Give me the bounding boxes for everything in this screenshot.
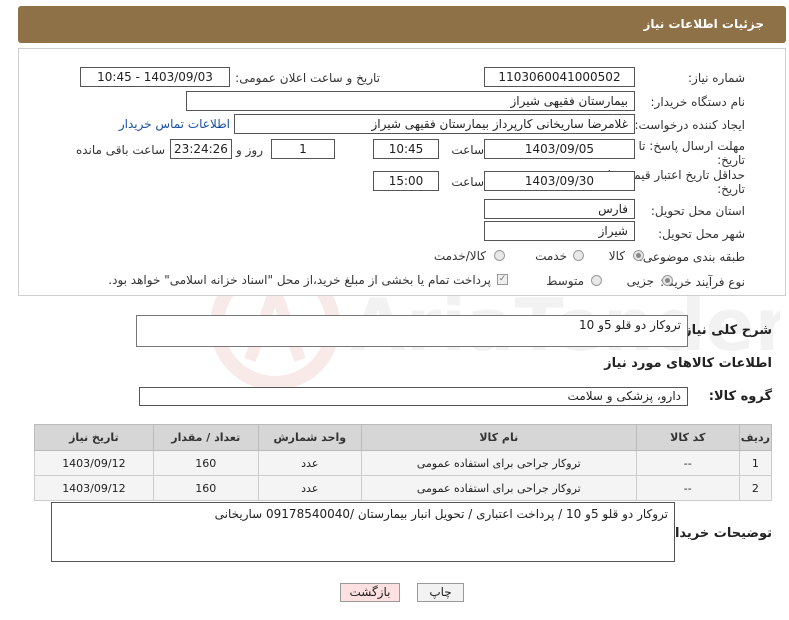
goods-section-title: اطلاعات کالاهای مورد نیاز xyxy=(604,356,772,371)
table-header-row: ردیف کد کالا نام کالا واحد شمارش تعداد /… xyxy=(34,424,773,451)
item-name-cell: تروکار جراحی برای استفاده عمومی xyxy=(360,450,637,476)
province-field: فارس xyxy=(484,199,635,219)
announce-field: 1403/09/03 - 10:45 xyxy=(80,67,230,87)
category-label: طبقه بندی موضوعی: xyxy=(638,250,745,264)
unit-cell: عدد xyxy=(257,475,362,501)
city-field: شیراز xyxy=(484,221,635,241)
goods-group-field: دارو، پزشکی و سلامت xyxy=(139,387,688,406)
requester-field: غلامرضا ساریخانی کارپرداز بیمارستان فقیه… xyxy=(234,114,635,134)
need-date-cell: 1403/09/12 xyxy=(34,450,154,476)
item-code-cell: -- xyxy=(635,450,740,476)
process-option-minor: جزیی xyxy=(626,274,654,288)
city-label: شهر محل تحویل: xyxy=(658,227,745,241)
price-validity-time-field: 15:00 xyxy=(373,171,439,191)
days-field: 1 xyxy=(271,139,335,159)
row-number-cell: 2 xyxy=(738,475,773,501)
price-validity-date-field: 1403/09/30 xyxy=(484,171,635,191)
col-item-name: نام کالا xyxy=(360,424,637,451)
category-option-goods-service: کالا/خدمت xyxy=(433,249,486,263)
need-number-label: شماره نیاز: xyxy=(688,71,745,85)
category-radio-goods[interactable] xyxy=(633,250,644,261)
buyer-contact-link[interactable]: اطلاعات تماس خریدار xyxy=(119,117,230,131)
treasury-note: پرداخت تمام یا بخشی از مبلغ خرید،از محل … xyxy=(108,273,491,287)
col-quantity: تعداد / مقدار xyxy=(152,424,259,451)
reply-date-field: 1403/09/05 xyxy=(484,139,635,159)
goods-table: ردیف کد کالا نام کالا واحد شمارش تعداد /… xyxy=(34,424,773,501)
item-name-cell: تروکار جراحی برای استفاده عمومی xyxy=(360,475,637,501)
page-title: جزئیات اطلاعات نیاز xyxy=(643,17,764,31)
need-number-field: 1103060041000502 xyxy=(484,67,635,87)
col-row-number: ردیف xyxy=(738,424,773,451)
days-label: روز و xyxy=(236,143,263,157)
category-option-service: خدمت xyxy=(535,249,567,263)
buyer-org-field: بیمارستان فقیهی شیراز xyxy=(186,91,635,111)
process-radio-medium[interactable] xyxy=(591,275,602,286)
print-button[interactable]: چاپ xyxy=(417,583,464,602)
reply-time-field: 10:45 xyxy=(373,139,439,159)
col-item-code: کد کالا xyxy=(635,424,740,451)
row-number-cell: 1 xyxy=(738,450,773,476)
process-option-medium: متوسط xyxy=(546,274,584,288)
quantity-cell: 160 xyxy=(152,475,259,501)
col-need-date: تاریخ نیاز xyxy=(34,424,154,451)
unit-cell: عدد xyxy=(257,450,362,476)
goods-group-label: گروه کالا: xyxy=(708,389,772,404)
buyer-org-label: نام دستگاه خریدار: xyxy=(650,95,746,109)
process-label: نوع فرآیند خرید : xyxy=(660,275,745,289)
page-header: جزئیات اطلاعات نیاز xyxy=(18,6,786,43)
category-option-goods: کالا xyxy=(608,249,625,263)
remaining-time-field: 23:24:26 xyxy=(170,139,232,159)
table-row: 2 -- تروکار جراحی برای استفاده عمومی عدد… xyxy=(34,475,773,501)
category-radio-goods-service[interactable] xyxy=(494,250,505,261)
reply-time-label: ساعت xyxy=(451,143,484,157)
announce-label: تاریخ و ساعت اعلان عمومی: xyxy=(235,71,380,85)
reply-deadline-label: مهلت ارسال پاسخ: تا xyxy=(638,139,745,153)
quantity-cell: 160 xyxy=(152,450,259,476)
reply-deadline-label-2: تاریخ: xyxy=(717,153,745,167)
table-row: 1 -- تروکار جراحی برای استفاده عمومی عدد… xyxy=(34,450,773,476)
treasury-checkbox[interactable]: ✓ xyxy=(497,274,508,285)
price-validity-label-2: تاریخ: xyxy=(717,182,745,196)
col-unit: واحد شمارش xyxy=(257,424,362,451)
summary-label: شرح کلی نیاز: xyxy=(678,323,772,338)
back-button[interactable]: بازگشت xyxy=(340,583,400,602)
category-radio-service[interactable] xyxy=(573,250,584,261)
buyer-notes-label: توضیحات خریدار: xyxy=(662,526,772,541)
remaining-time-label: ساعت باقی مانده xyxy=(75,143,165,157)
buyer-notes-field: تروکار دو قلو 5و 10 / پرداخت اعتباری / ت… xyxy=(51,502,675,562)
need-date-cell: 1403/09/12 xyxy=(34,475,154,501)
province-label: استان محل تحویل: xyxy=(650,204,745,218)
item-code-cell: -- xyxy=(635,475,740,501)
price-validity-time-label: ساعت xyxy=(451,175,484,189)
summary-field: تروکار دو قلو 5و 10 xyxy=(136,315,688,347)
requester-label: ایجاد کننده درخواست: xyxy=(634,118,745,132)
process-radio-minor[interactable] xyxy=(662,275,673,286)
